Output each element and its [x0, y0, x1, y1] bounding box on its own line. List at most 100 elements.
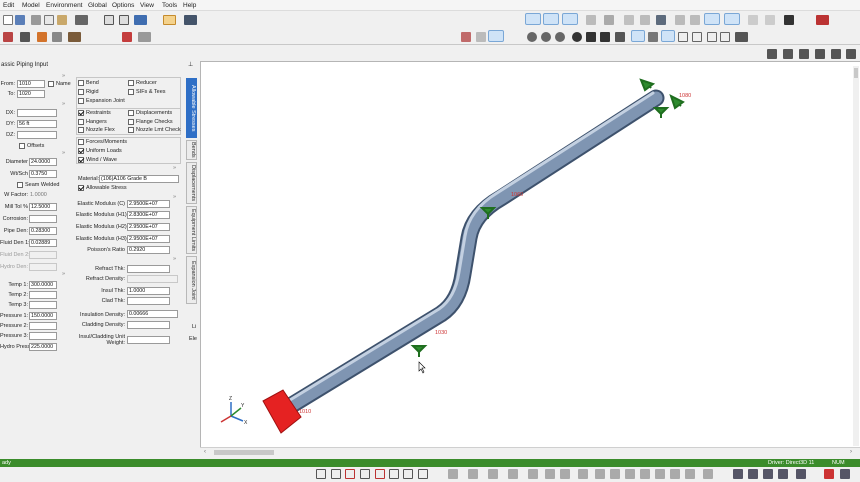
tab-expansion-joint[interactable]: Expansion Joint: [186, 256, 197, 304]
text-tool-icon[interactable]: [488, 30, 504, 42]
reducer-tool-icon[interactable]: [528, 469, 538, 479]
collapse-icon[interactable]: »: [173, 194, 176, 200]
collapse-icon[interactable]: »: [62, 101, 65, 107]
copy-icon[interactable]: [44, 15, 54, 25]
vertical-scrollbar[interactable]: [853, 66, 859, 446]
render-icon[interactable]: [134, 15, 147, 25]
menu-help[interactable]: Help: [183, 2, 196, 9]
offset-icon[interactable]: [778, 469, 788, 479]
pipe-model[interactable]: [278, 89, 665, 417]
seam-welded-checkbox[interactable]: [17, 182, 23, 188]
error-check-icon[interactable]: [3, 32, 13, 42]
move-icon[interactable]: [600, 32, 610, 42]
isogen-icon[interactable]: [122, 32, 132, 42]
guide-icon[interactable]: [640, 469, 650, 479]
zoom-in-icon[interactable]: [541, 32, 551, 42]
em-c-field[interactable]: 2.9500E+07: [127, 200, 170, 208]
front-view-icon[interactable]: [767, 49, 777, 59]
doc-icon[interactable]: [403, 469, 413, 479]
bottom-view-icon[interactable]: [815, 49, 825, 59]
pressure2-field[interactable]: [29, 322, 57, 330]
new-file-icon[interactable]: [3, 15, 13, 25]
split-icon[interactable]: [796, 469, 806, 479]
pipe-den-field[interactable]: 0.28300: [29, 227, 57, 235]
rigid-icon[interactable]: [690, 15, 700, 25]
menu-environment[interactable]: Environment: [46, 2, 83, 9]
hangers-checkbox[interactable]: [78, 119, 84, 125]
restraint-tool-icon[interactable]: [704, 13, 720, 25]
range-icon[interactable]: [720, 32, 730, 42]
menu-global[interactable]: Global: [88, 2, 107, 9]
merge-icon[interactable]: [840, 469, 850, 479]
tab-equipment-limits[interactable]: Equipment Limits: [186, 206, 197, 254]
menu-options[interactable]: Options: [112, 2, 134, 9]
sheet-icon[interactable]: [389, 469, 399, 479]
print-icon[interactable]: [75, 15, 88, 25]
allowable-stress-checkbox[interactable]: [78, 185, 84, 191]
temp1-field[interactable]: 300.0000: [29, 281, 57, 289]
tab-allowable-stresses[interactable]: Allowable Stresses: [186, 78, 197, 138]
dim-icon[interactable]: [624, 15, 634, 25]
flange-checks-checkbox[interactable]: [128, 119, 134, 125]
clip-icon[interactable]: [707, 32, 717, 42]
vertical-icon[interactable]: [748, 15, 758, 25]
lock-icon[interactable]: [52, 32, 62, 42]
report-icon[interactable]: [316, 469, 326, 479]
cut-icon[interactable]: [31, 15, 41, 25]
save-icon[interactable]: [15, 15, 25, 25]
em-h1-field[interactable]: 2.8300E+07: [127, 211, 170, 219]
name-checkbox[interactable]: [48, 81, 54, 87]
forces-moments-checkbox[interactable]: [78, 139, 84, 145]
menu-model[interactable]: Model: [22, 2, 40, 9]
view-icon[interactable]: [562, 13, 578, 25]
nozzle-flex-checkbox[interactable]: [78, 127, 84, 133]
nozzle-lmt-check-checkbox[interactable]: [128, 127, 134, 133]
fluid-den-field[interactable]: 0.02889: [29, 239, 57, 247]
corrosion-field[interactable]: [29, 215, 57, 223]
legend-icon[interactable]: [816, 15, 829, 25]
tee-icon[interactable]: [468, 469, 478, 479]
back-view-icon[interactable]: [783, 49, 793, 59]
doc2-icon[interactable]: [418, 469, 428, 479]
fluid-den2-field[interactable]: [29, 251, 57, 259]
static-analysis-icon[interactable]: [37, 32, 47, 42]
cladding-density-field[interactable]: [127, 321, 170, 329]
hanger-icon[interactable]: [640, 15, 650, 25]
refract-density-select[interactable]: [127, 275, 178, 283]
volume-icon[interactable]: [661, 30, 675, 42]
tab-displacements[interactable]: Displacements: [186, 162, 197, 204]
anchor-tool-icon[interactable]: [604, 15, 614, 25]
refract-thk-field[interactable]: [127, 265, 170, 273]
hide-icon[interactable]: [678, 32, 688, 42]
restraint-icon[interactable]: [410, 345, 428, 357]
supports-icon[interactable]: [543, 13, 559, 25]
wind-wave-checkbox[interactable]: [78, 157, 84, 163]
to-field[interactable]: 1020: [17, 90, 45, 98]
zoom-window-icon[interactable]: [527, 32, 537, 42]
bend-checkbox[interactable]: [78, 80, 84, 86]
pipe-icon[interactable]: [163, 15, 176, 25]
scroll-left-icon[interactable]: ‹: [204, 449, 206, 455]
horizontal-scrollbar[interactable]: ‹ ›: [200, 447, 860, 457]
show-icon[interactable]: [692, 32, 702, 42]
clad-thk-field[interactable]: [127, 297, 170, 305]
temp3-field[interactable]: [29, 301, 57, 309]
menu-view[interactable]: View: [140, 2, 154, 9]
select-group-icon[interactable]: [648, 32, 658, 42]
expansion-joint-checkbox[interactable]: [78, 98, 84, 104]
insulation-density-select[interactable]: 0.00666: [127, 310, 178, 318]
collapse-icon[interactable]: »: [62, 73, 65, 79]
offsets-checkbox[interactable]: [19, 143, 25, 149]
box-view-icon[interactable]: [461, 32, 471, 42]
collapse-icon[interactable]: »: [62, 271, 65, 277]
chart-icon[interactable]: [375, 469, 385, 479]
em-h2-field[interactable]: 2.9500E+07: [127, 223, 170, 231]
restraints-checkbox[interactable]: [78, 110, 84, 116]
collapse-icon[interactable]: »: [173, 256, 176, 262]
tab-bends[interactable]: Bends: [186, 140, 197, 160]
top-view-icon[interactable]: [799, 49, 809, 59]
grid-icon[interactable]: [360, 469, 370, 479]
from-field[interactable]: 1010: [17, 80, 45, 88]
dz-field[interactable]: [17, 131, 57, 139]
annotate-icon[interactable]: [138, 32, 151, 42]
